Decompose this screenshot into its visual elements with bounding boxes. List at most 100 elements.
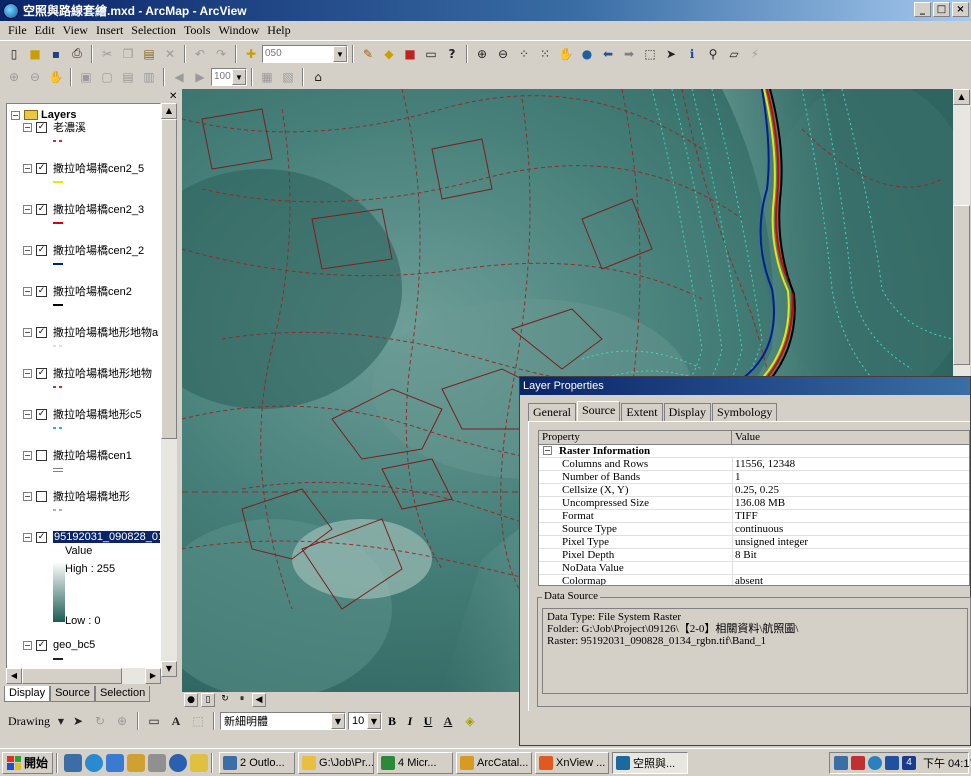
identify-icon[interactable]: ℹ — [682, 44, 702, 64]
layer-name[interactable]: 撒拉哈場橋cen2_5 — [53, 160, 144, 176]
select-features-icon[interactable]: ⬚ — [640, 44, 660, 64]
menu-insert[interactable]: Insert — [92, 23, 127, 38]
raster-layer-name[interactable]: 95192031_090828_0134 — [53, 531, 160, 543]
layout-zoom-out-icon[interactable]: ⊖ — [25, 67, 45, 87]
fixed-zoom-in-icon[interactable]: ⁘ — [514, 44, 534, 64]
scroll-left-icon[interactable]: ◀ — [6, 668, 22, 684]
edit-vertices-icon[interactable]: ⬚ — [188, 711, 208, 731]
add-data-icon[interactable]: ✚ — [241, 44, 261, 64]
calculator-icon[interactable] — [148, 753, 167, 772]
back-extent-icon[interactable]: ⬅ — [598, 44, 618, 64]
collapse-icon[interactable]: − — [23, 640, 32, 650]
layer-symbol[interactable] — [53, 345, 63, 347]
layer-row[interactable]: − ✓ 撒拉哈場橋cen2_5 — [23, 161, 144, 175]
pan-icon[interactable]: ✋ — [556, 44, 576, 64]
layer-name[interactable]: 撒拉哈場橋地形地物a — [53, 324, 158, 340]
layer-symbol[interactable] — [53, 140, 63, 142]
collapse-icon[interactable]: − — [23, 204, 32, 214]
property-row[interactable]: Number of Bands 1 — [539, 471, 969, 484]
layer-visibility-checkbox[interactable]: ✓ — [36, 121, 47, 133]
collapse-icon[interactable]: − — [23, 286, 32, 296]
whats-this-icon[interactable]: ? — [442, 44, 462, 64]
collapse-icon[interactable]: − — [23, 163, 32, 173]
font-name-combo[interactable]: 新細明體 ▼ — [220, 712, 346, 730]
drawing-menu-arrow-icon[interactable]: ▼ — [56, 711, 66, 731]
zoom-whole-page-icon[interactable]: ▣ — [76, 67, 96, 87]
tab-extent[interactable]: Extent — [621, 403, 663, 421]
layer-name[interactable]: 撒拉哈場橋cen2_2 — [53, 242, 144, 258]
close-button[interactable]: × — [952, 2, 969, 17]
property-row[interactable]: Uncompressed Size 136.08 MB — [539, 497, 969, 510]
property-grid[interactable]: Property Value − Raster Information Colu… — [538, 430, 970, 586]
paste-icon[interactable]: ▤ — [139, 44, 159, 64]
layer-row[interactable]: − 撒拉哈場橋地形 — [23, 489, 130, 503]
layer-name[interactable]: geo_bc5 — [53, 639, 95, 651]
layer-visibility-checkbox[interactable]: ✓ — [36, 639, 47, 651]
tab-display[interactable]: Display — [4, 686, 51, 702]
tab-display[interactable]: Display — [663, 403, 711, 421]
tab-general[interactable]: General — [528, 403, 576, 421]
restore-button[interactable]: □ — [933, 2, 950, 17]
layout-back-icon[interactable]: ◀ — [169, 67, 189, 87]
start-button[interactable]: 開始 — [2, 751, 54, 774]
toc-vertical-scrollbar[interactable]: ▲ ▼ — [161, 103, 177, 677]
open-folder-icon[interactable]: ■ — [25, 44, 45, 64]
bold-button[interactable]: B — [384, 714, 400, 729]
zoom-to-selected-icon[interactable]: ⊕ — [112, 711, 132, 731]
layer-name[interactable]: 撒拉哈場橋cen2 — [53, 283, 132, 299]
taskbar-button[interactable]: G:\Job\Pr... — [298, 751, 375, 774]
arccatalog-icon[interactable]: ◆ — [379, 44, 399, 64]
layout-extent-icon[interactable]: ▥ — [139, 67, 159, 87]
value-column-header[interactable]: Value — [732, 431, 969, 445]
collapse-icon[interactable]: − — [543, 446, 552, 455]
minimize-button[interactable]: _ — [914, 2, 931, 17]
property-row[interactable]: Colormap absent — [539, 575, 969, 585]
menu-edit[interactable]: Edit — [31, 23, 59, 38]
layer-symbol[interactable] — [53, 427, 63, 429]
refresh-icon[interactable]: ↻ — [218, 693, 232, 707]
close-icon[interactable]: ✕ — [169, 91, 177, 102]
layer-row[interactable]: − 撒拉哈場橋cen1 — [23, 448, 132, 462]
forward-extent-icon[interactable]: ➡ — [619, 44, 639, 64]
tab-source[interactable]: Source — [576, 401, 621, 422]
browser-icon[interactable] — [85, 753, 104, 772]
layer-visibility-checkbox[interactable] — [36, 490, 47, 502]
layer-visibility-checkbox[interactable]: ✓ — [36, 244, 47, 256]
layer-visibility-checkbox[interactable] — [36, 449, 47, 461]
taskbar-button[interactable]: 空照與... — [612, 751, 689, 774]
layer-visibility-checkbox[interactable]: ✓ — [36, 531, 47, 543]
raster-color-ramp[interactable] — [53, 562, 65, 622]
delete-icon[interactable]: ✕ — [160, 44, 180, 64]
chevron-down-icon[interactable]: ▼ — [333, 45, 347, 62]
editor-toolbar-icon[interactable]: ✎ — [358, 44, 378, 64]
layer-symbol[interactable] — [53, 658, 63, 660]
rotate-icon[interactable]: ↻ — [90, 711, 110, 731]
redo-icon[interactable]: ↷ — [211, 44, 231, 64]
collapse-icon[interactable]: − — [23, 532, 32, 542]
layer-symbol[interactable] — [53, 222, 63, 224]
toc-scroll-thumb[interactable] — [161, 119, 177, 439]
hyperlink-icon[interactable]: ⚡ — [745, 44, 765, 64]
arcmap-app-icon[interactable] — [3, 2, 19, 19]
data-source-text[interactable]: Data Type: File System Raster Folder: G:… — [542, 608, 968, 694]
media-player-icon[interactable] — [169, 753, 188, 772]
save-icon[interactable]: ▪ — [46, 44, 66, 64]
copy-icon[interactable]: ❐ — [118, 44, 138, 64]
select-elements-icon[interactable]: ➤ — [68, 711, 88, 731]
volume-icon[interactable] — [885, 756, 899, 770]
taskbar-button[interactable]: 2 Outlo... — [219, 751, 296, 774]
layer-visibility-checkbox[interactable]: ✓ — [36, 326, 47, 338]
cut-icon[interactable]: ✂ — [97, 44, 117, 64]
print-icon[interactable]: ⎙ — [67, 44, 87, 64]
layer-symbol[interactable] — [53, 468, 63, 472]
fixed-zoom-out-icon[interactable]: ⁙ — [535, 44, 555, 64]
layer-row[interactable]: − ✓ 老濃溪 — [23, 120, 86, 134]
collapse-icon[interactable]: − — [23, 245, 32, 255]
property-row[interactable]: Source Type continuous — [539, 523, 969, 536]
measure-icon[interactable]: ⏥ — [724, 44, 744, 64]
zoom-in-icon[interactable]: ⊕ — [472, 44, 492, 64]
menu-file[interactable]: File — [4, 23, 31, 38]
rectangle-icon[interactable]: ▭ — [144, 711, 164, 731]
toc-hscroll-thumb[interactable] — [22, 668, 122, 684]
layer-symbol[interactable] — [53, 263, 63, 265]
